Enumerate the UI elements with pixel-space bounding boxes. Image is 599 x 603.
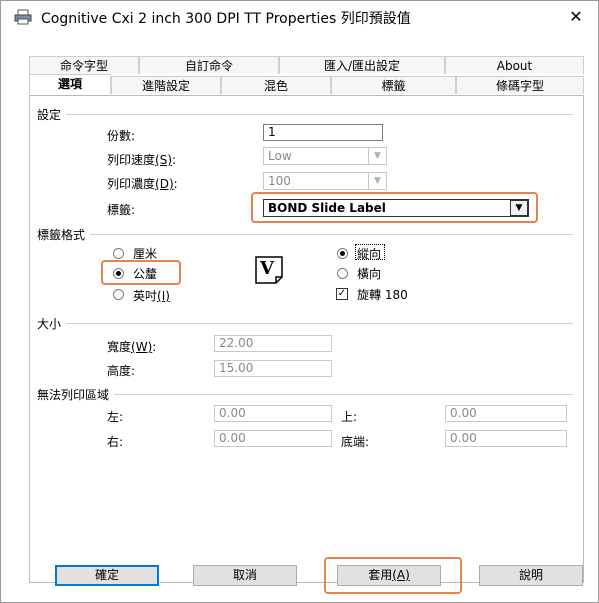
unit-inch-key: (I)	[157, 289, 170, 303]
help-button[interactable]: 說明	[479, 565, 583, 586]
chevron-down-icon: ▼	[368, 148, 386, 164]
tab-about[interactable]: About	[445, 56, 584, 74]
print-speed-value: Low	[268, 149, 292, 163]
unit-cm-label: 厘米	[133, 247, 158, 261]
label-stock-value: BOND Slide Label	[268, 201, 386, 215]
print-density-value: 100	[268, 174, 291, 188]
label-stock-label: 標籤:	[107, 203, 136, 217]
tab-dithering[interactable]: 混色	[221, 76, 331, 94]
label-stock-select[interactable]: BOND Slide Label ▼	[263, 199, 529, 217]
apply-button[interactable]: 套用(A)	[337, 565, 441, 586]
margin-bottom-input: 0.00	[445, 430, 567, 447]
unit-inch-label: 英吋(I)	[133, 287, 170, 304]
checkmark-icon: ✓	[337, 288, 347, 299]
rotate-180-label: 旋轉 180	[357, 288, 408, 302]
copies-label: 份數:	[107, 129, 136, 143]
orientation-preview-icon: V	[254, 255, 284, 285]
orientation-preview-glyph: V	[260, 258, 274, 279]
size-group-line	[43, 323, 573, 324]
margin-right-input: 0.00	[214, 430, 332, 447]
width-input: 22.00	[214, 335, 332, 352]
margin-right-label: 右:	[107, 435, 124, 449]
margin-left-label: 左:	[107, 410, 124, 424]
tab-barcode-font[interactable]: 條碼字型	[456, 76, 584, 94]
print-speed-suffix: :	[172, 153, 177, 167]
tab-options[interactable]: 選項	[29, 74, 111, 94]
print-speed-key: (S)	[155, 153, 172, 167]
unit-mm-label: 公釐	[133, 267, 158, 281]
properties-dialog: Cognitive Cxi 2 inch 300 DPI TT Properti…	[0, 0, 599, 603]
apply-text: 套用	[368, 568, 393, 582]
size-group-label: 大小	[37, 315, 67, 332]
height-input: 15.00	[214, 360, 332, 377]
rotate-180-checkbox[interactable]: ✓	[336, 288, 348, 300]
printer-icon	[14, 9, 32, 28]
window-title: Cognitive Cxi 2 inch 300 DPI TT Properti…	[41, 11, 411, 27]
copies-input[interactable]: 1	[263, 124, 383, 141]
dialog-client-area: 命令字型 自訂命令 匯入/匯出設定 About 選項 進階設定 混色 標籤 條碼…	[1, 33, 598, 602]
settings-group-label: 設定	[37, 106, 67, 123]
unprintable-group-line	[43, 394, 573, 395]
apply-key: (A)	[392, 568, 410, 582]
orient-landscape-label: 橫向	[357, 267, 382, 281]
tab-advanced[interactable]: 進階設定	[111, 76, 221, 94]
unit-inch-text: 英吋	[133, 289, 158, 303]
close-icon: ✕	[569, 7, 583, 26]
format-group-line	[43, 234, 573, 235]
print-density-text: 列印濃度	[107, 177, 156, 191]
print-speed-label: 列印速度(S):	[107, 151, 176, 168]
print-density-select: 100 ▼	[263, 172, 387, 190]
print-speed-select: Low ▼	[263, 147, 387, 165]
unprintable-group-label: 無法列印區域	[37, 386, 115, 403]
margin-top-label: 上:	[341, 410, 358, 424]
unit-cm-radio[interactable]	[113, 248, 124, 259]
settings-group-line	[43, 114, 573, 115]
width-key: (W)	[131, 340, 153, 354]
margin-top-input: 0.00	[445, 405, 567, 422]
print-speed-text: 列印速度	[107, 153, 156, 167]
focus-rectangle	[355, 244, 385, 260]
close-button[interactable]: ✕	[554, 1, 598, 33]
tab-custom-command[interactable]: 自訂命令	[139, 56, 279, 74]
unit-inch-radio[interactable]	[113, 289, 124, 300]
tab-import-export[interactable]: 匯入/匯出設定	[279, 56, 445, 74]
tab-command-font[interactable]: 命令字型	[29, 56, 139, 74]
chevron-down-icon: ▼	[510, 200, 528, 216]
unit-mm-radio[interactable]	[113, 268, 124, 279]
cancel-button[interactable]: 取消	[193, 565, 297, 586]
margin-bottom-label: 底端:	[341, 435, 370, 449]
width-label: 寬度(W):	[107, 338, 156, 355]
orient-portrait-radio[interactable]	[337, 248, 348, 259]
print-density-label: 列印濃度(D):	[107, 175, 178, 192]
chevron-down-icon: ▼	[368, 173, 386, 189]
tab-labels[interactable]: 標籤	[331, 76, 456, 94]
margin-left-input: 0.00	[214, 405, 332, 422]
ok-button[interactable]: 確定	[55, 565, 159, 586]
print-density-key: (D)	[155, 177, 174, 191]
height-label: 高度:	[107, 364, 136, 378]
title-bar: Cognitive Cxi 2 inch 300 DPI TT Properti…	[1, 1, 598, 33]
width-text: 寬度	[107, 340, 132, 354]
orient-landscape-radio[interactable]	[337, 268, 348, 279]
width-suffix: :	[152, 340, 157, 354]
format-group-label: 標籤格式	[37, 226, 91, 243]
print-density-suffix: :	[173, 177, 178, 191]
